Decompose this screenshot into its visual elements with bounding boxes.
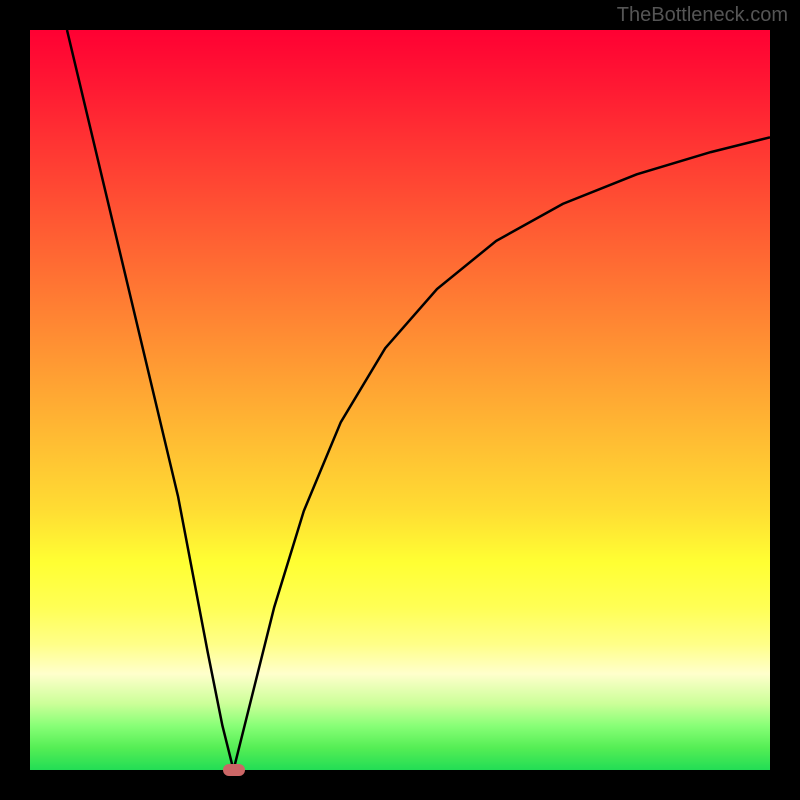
watermark-text: TheBottleneck.com — [617, 4, 788, 27]
optimal-point-marker — [223, 764, 245, 776]
bottleneck-curve — [67, 30, 770, 770]
chart-svg — [30, 30, 770, 770]
chart-plot-area — [30, 30, 770, 770]
